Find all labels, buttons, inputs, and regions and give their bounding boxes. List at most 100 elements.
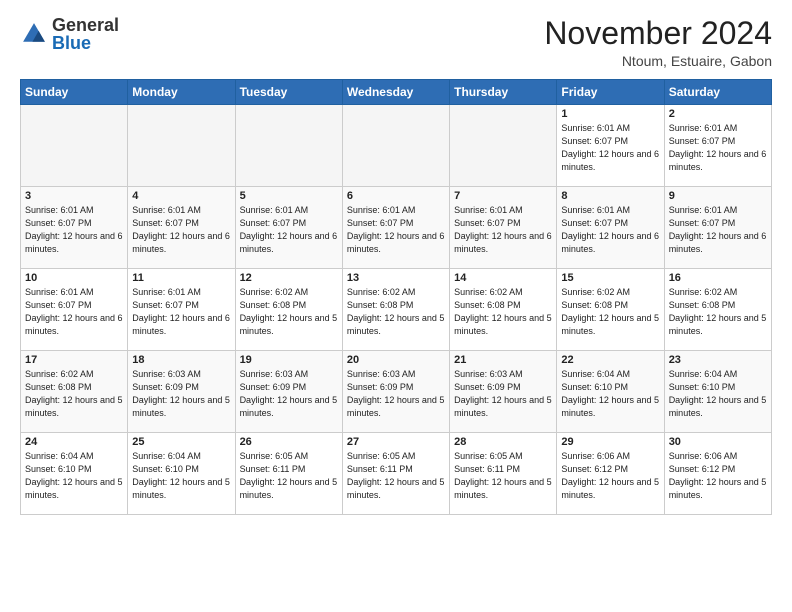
col-friday: Friday bbox=[557, 80, 664, 105]
day-info: Sunrise: 6:05 AM Sunset: 6:11 PM Dayligh… bbox=[240, 450, 338, 502]
day-number: 27 bbox=[347, 436, 445, 448]
calendar-cell: 29 Sunrise: 6:06 AM Sunset: 6:12 PM Dayli… bbox=[557, 433, 664, 515]
day-info: Sunrise: 6:01 AM Sunset: 6:07 PM Dayligh… bbox=[347, 204, 445, 256]
calendar-cell bbox=[235, 105, 342, 187]
week-row-5: 24Sunrise: 6:04 AM Sunset: 6:10 PM Dayli… bbox=[21, 433, 772, 515]
logo-icon bbox=[20, 20, 48, 48]
header: General Blue November 2024 Ntoum, Estuai… bbox=[20, 16, 772, 69]
day-info: Sunrise: 6:04 AM Sunset: 6:10 PM Dayligh… bbox=[561, 368, 659, 420]
day-info: Sunrise: 6:01 AM Sunset: 6:07 PM Dayligh… bbox=[454, 204, 552, 256]
day-number: 22 bbox=[561, 354, 659, 366]
page: General Blue November 2024 Ntoum, Estuai… bbox=[0, 0, 792, 612]
day-info: Sunrise: 6:02 AM Sunset: 6:08 PM Dayligh… bbox=[25, 368, 123, 420]
calendar-cell: 5 Sunrise: 6:01 AM Sunset: 6:07 PM Daylig… bbox=[235, 187, 342, 269]
col-thursday: Thursday bbox=[450, 80, 557, 105]
calendar-cell: 21 Sunrise: 6:03 AM Sunset: 6:09 PM Dayli… bbox=[450, 351, 557, 433]
day-number: 2 bbox=[669, 108, 767, 120]
day-number: 14 bbox=[454, 272, 552, 284]
day-info: Sunrise: 6:04 AM Sunset: 6:10 PM Dayligh… bbox=[25, 450, 123, 502]
day-number: 9 bbox=[669, 190, 767, 202]
week-row-2: 3 Sunrise: 6:01 AM Sunset: 6:07 PM Daylig… bbox=[21, 187, 772, 269]
calendar-cell: 28 Sunrise: 6:05 AM Sunset: 6:11 PM Dayli… bbox=[450, 433, 557, 515]
location: Ntoum, Estuaire, Gabon bbox=[544, 53, 772, 69]
calendar: Sunday Monday Tuesday Wednesday Thursday… bbox=[20, 79, 772, 515]
calendar-cell: 30Sunrise: 6:06 AM Sunset: 6:12 PM Dayli… bbox=[664, 433, 771, 515]
calendar-cell bbox=[21, 105, 128, 187]
calendar-cell: 23 Sunrise: 6:04 AM Sunset: 6:10 PM Dayli… bbox=[664, 351, 771, 433]
calendar-cell: 15 Sunrise: 6:02 AM Sunset: 6:08 PM Dayli… bbox=[557, 269, 664, 351]
day-info: Sunrise: 6:03 AM Sunset: 6:09 PM Dayligh… bbox=[240, 368, 338, 420]
calendar-cell: 6 Sunrise: 6:01 AM Sunset: 6:07 PM Daylig… bbox=[342, 187, 449, 269]
logo-blue-text: Blue bbox=[52, 33, 91, 53]
logo: General Blue bbox=[20, 16, 119, 52]
calendar-cell: 2Sunrise: 6:01 AM Sunset: 6:07 PM Daylig… bbox=[664, 105, 771, 187]
calendar-cell: 19 Sunrise: 6:03 AM Sunset: 6:09 PM Dayli… bbox=[235, 351, 342, 433]
col-monday: Monday bbox=[128, 80, 235, 105]
day-info: Sunrise: 6:02 AM Sunset: 6:08 PM Dayligh… bbox=[347, 286, 445, 338]
calendar-cell: 4 Sunrise: 6:01 AM Sunset: 6:07 PM Daylig… bbox=[128, 187, 235, 269]
calendar-cell: 1Sunrise: 6:01 AM Sunset: 6:07 PM Daylig… bbox=[557, 105, 664, 187]
day-info: Sunrise: 6:02 AM Sunset: 6:08 PM Dayligh… bbox=[454, 286, 552, 338]
day-info: Sunrise: 6:01 AM Sunset: 6:07 PM Dayligh… bbox=[561, 204, 659, 256]
day-info: Sunrise: 6:04 AM Sunset: 6:10 PM Dayligh… bbox=[669, 368, 767, 420]
day-info: Sunrise: 6:01 AM Sunset: 6:07 PM Dayligh… bbox=[132, 204, 230, 256]
day-info: Sunrise: 6:03 AM Sunset: 6:09 PM Dayligh… bbox=[132, 368, 230, 420]
day-number: 3 bbox=[25, 190, 123, 202]
col-wednesday: Wednesday bbox=[342, 80, 449, 105]
day-info: Sunrise: 6:01 AM Sunset: 6:07 PM Dayligh… bbox=[25, 286, 123, 338]
day-info: Sunrise: 6:04 AM Sunset: 6:10 PM Dayligh… bbox=[132, 450, 230, 502]
day-number: 19 bbox=[240, 354, 338, 366]
day-number: 28 bbox=[454, 436, 552, 448]
day-number: 6 bbox=[347, 190, 445, 202]
day-number: 8 bbox=[561, 190, 659, 202]
day-number: 29 bbox=[561, 436, 659, 448]
day-number: 30 bbox=[669, 436, 767, 448]
day-info: Sunrise: 6:05 AM Sunset: 6:11 PM Dayligh… bbox=[454, 450, 552, 502]
calendar-cell: 9 Sunrise: 6:01 AM Sunset: 6:07 PM Daylig… bbox=[664, 187, 771, 269]
day-info: Sunrise: 6:03 AM Sunset: 6:09 PM Dayligh… bbox=[454, 368, 552, 420]
day-info: Sunrise: 6:01 AM Sunset: 6:07 PM Dayligh… bbox=[240, 204, 338, 256]
day-info: Sunrise: 6:01 AM Sunset: 6:07 PM Dayligh… bbox=[669, 204, 767, 256]
day-number: 18 bbox=[132, 354, 230, 366]
col-sunday: Sunday bbox=[21, 80, 128, 105]
week-row-4: 17 Sunrise: 6:02 AM Sunset: 6:08 PM Dayli… bbox=[21, 351, 772, 433]
calendar-cell: 22 Sunrise: 6:04 AM Sunset: 6:10 PM Dayli… bbox=[557, 351, 664, 433]
calendar-cell: 7 Sunrise: 6:01 AM Sunset: 6:07 PM Daylig… bbox=[450, 187, 557, 269]
day-number: 7 bbox=[454, 190, 552, 202]
week-row-3: 10Sunrise: 6:01 AM Sunset: 6:07 PM Dayli… bbox=[21, 269, 772, 351]
day-info: Sunrise: 6:05 AM Sunset: 6:11 PM Dayligh… bbox=[347, 450, 445, 502]
calendar-cell: 20Sunrise: 6:03 AM Sunset: 6:09 PM Dayli… bbox=[342, 351, 449, 433]
calendar-cell: 8 Sunrise: 6:01 AM Sunset: 6:07 PM Daylig… bbox=[557, 187, 664, 269]
month-title: November 2024 bbox=[544, 16, 772, 51]
day-info: Sunrise: 6:01 AM Sunset: 6:07 PM Dayligh… bbox=[132, 286, 230, 338]
day-info: Sunrise: 6:02 AM Sunset: 6:08 PM Dayligh… bbox=[669, 286, 767, 338]
day-number: 12 bbox=[240, 272, 338, 284]
day-number: 21 bbox=[454, 354, 552, 366]
calendar-cell: 12Sunrise: 6:02 AM Sunset: 6:08 PM Dayli… bbox=[235, 269, 342, 351]
calendar-cell: 17 Sunrise: 6:02 AM Sunset: 6:08 PM Dayli… bbox=[21, 351, 128, 433]
calendar-cell: 16Sunrise: 6:02 AM Sunset: 6:08 PM Dayli… bbox=[664, 269, 771, 351]
calendar-cell: 27 Sunrise: 6:05 AM Sunset: 6:11 PM Dayli… bbox=[342, 433, 449, 515]
calendar-cell bbox=[450, 105, 557, 187]
day-info: Sunrise: 6:02 AM Sunset: 6:08 PM Dayligh… bbox=[561, 286, 659, 338]
calendar-cell: 13 Sunrise: 6:02 AM Sunset: 6:08 PM Dayli… bbox=[342, 269, 449, 351]
calendar-cell: 26 Sunrise: 6:05 AM Sunset: 6:11 PM Dayli… bbox=[235, 433, 342, 515]
day-number: 17 bbox=[25, 354, 123, 366]
day-info: Sunrise: 6:01 AM Sunset: 6:07 PM Dayligh… bbox=[561, 122, 659, 174]
day-number: 13 bbox=[347, 272, 445, 284]
day-number: 11 bbox=[132, 272, 230, 284]
calendar-cell: 3 Sunrise: 6:01 AM Sunset: 6:07 PM Daylig… bbox=[21, 187, 128, 269]
day-number: 4 bbox=[132, 190, 230, 202]
day-number: 23 bbox=[669, 354, 767, 366]
week-row-1: 1Sunrise: 6:01 AM Sunset: 6:07 PM Daylig… bbox=[21, 105, 772, 187]
day-number: 15 bbox=[561, 272, 659, 284]
day-info: Sunrise: 6:01 AM Sunset: 6:07 PM Dayligh… bbox=[25, 204, 123, 256]
logo-general-text: General bbox=[52, 15, 119, 35]
day-info: Sunrise: 6:06 AM Sunset: 6:12 PM Dayligh… bbox=[561, 450, 659, 502]
calendar-header-row: Sunday Monday Tuesday Wednesday Thursday… bbox=[21, 80, 772, 105]
col-tuesday: Tuesday bbox=[235, 80, 342, 105]
calendar-cell: 25Sunrise: 6:04 AM Sunset: 6:10 PM Dayli… bbox=[128, 433, 235, 515]
day-number: 26 bbox=[240, 436, 338, 448]
day-info: Sunrise: 6:03 AM Sunset: 6:09 PM Dayligh… bbox=[347, 368, 445, 420]
day-number: 5 bbox=[240, 190, 338, 202]
